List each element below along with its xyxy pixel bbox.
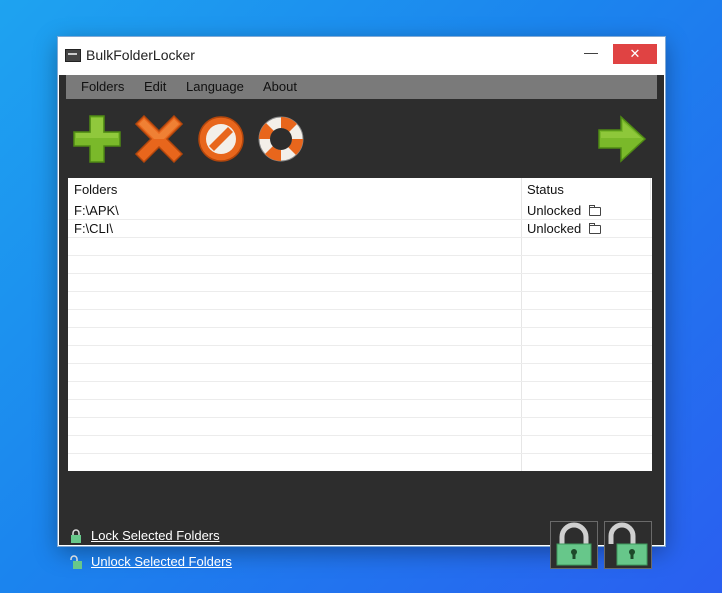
row-separator xyxy=(68,309,652,310)
row-separator xyxy=(68,327,652,328)
row-separator xyxy=(68,345,652,346)
row-separator xyxy=(68,417,652,418)
close-button[interactable]: ✕ xyxy=(613,44,657,64)
add-folder-button[interactable] xyxy=(72,114,122,164)
row-separator xyxy=(68,237,652,238)
folder-status: Unlocked xyxy=(527,221,582,236)
row-separator xyxy=(68,273,652,274)
folder-status: Unlocked xyxy=(527,203,582,218)
menu-folders[interactable]: Folders xyxy=(81,79,124,94)
clear-list-icon xyxy=(198,116,244,162)
row-separator xyxy=(68,399,652,400)
next-arrow-icon xyxy=(598,115,647,163)
row-separator xyxy=(68,435,652,436)
row-separator xyxy=(68,291,652,292)
row-separator xyxy=(68,363,652,364)
folder-icon xyxy=(589,223,601,234)
folder-icon xyxy=(589,205,601,216)
column-header-status[interactable]: Status xyxy=(527,182,564,197)
clear-list-button[interactable] xyxy=(196,114,246,164)
row-separator xyxy=(68,255,652,256)
list-row[interactable]: F:\APK\ Unlocked xyxy=(68,202,652,220)
remove-folder-icon xyxy=(134,114,184,164)
list-header: Folders Status xyxy=(68,178,652,200)
help-button[interactable] xyxy=(256,114,306,164)
minimize-icon: — xyxy=(584,44,598,60)
close-icon: ✕ xyxy=(629,46,641,61)
lock-closed-icon xyxy=(556,522,592,566)
folder-path: F:\APK\ xyxy=(74,203,119,218)
lock-open-icon xyxy=(70,555,82,569)
menu-about[interactable]: About xyxy=(263,79,297,94)
unlock-all-button[interactable] xyxy=(604,521,652,569)
minimize-button[interactable]: — xyxy=(573,42,609,62)
next-button[interactable] xyxy=(597,114,647,164)
menu-language[interactable]: Language xyxy=(186,79,244,94)
menu-bar: Folders Edit Language About xyxy=(66,75,657,99)
app-window: BulkFolderLocker — ✕ Folders Edit Langua… xyxy=(58,37,665,569)
unlock-selected-label: Unlock Selected Folders xyxy=(91,554,232,569)
menu-edit[interactable]: Edit xyxy=(144,79,166,94)
lock-closed-icon xyxy=(71,529,81,543)
remove-folder-button[interactable] xyxy=(134,114,184,164)
row-separator xyxy=(68,381,652,382)
row-separator xyxy=(68,453,652,454)
lock-selected-label: Lock Selected Folders xyxy=(91,528,220,543)
folder-list[interactable]: Folders Status F:\APK\ Unlocked F:\CLI\ … xyxy=(68,178,652,471)
add-folder-icon xyxy=(73,115,121,163)
title-bar[interactable]: BulkFolderLocker — ✕ xyxy=(58,37,665,75)
column-header-folders[interactable]: Folders xyxy=(74,182,117,197)
column-end-divider xyxy=(650,178,651,200)
lock-open-icon xyxy=(608,522,648,566)
folder-path: F:\CLI\ xyxy=(74,221,114,236)
lock-all-button[interactable] xyxy=(550,521,598,569)
list-row[interactable]: F:\CLI\ Unlocked xyxy=(68,220,652,238)
client-area: Folders Edit Language About Folders Stat… xyxy=(59,75,664,569)
row-separator xyxy=(68,219,652,220)
window-title: BulkFolderLocker xyxy=(86,47,195,63)
app-icon xyxy=(65,49,81,62)
help-lifebuoy-icon xyxy=(258,116,304,162)
